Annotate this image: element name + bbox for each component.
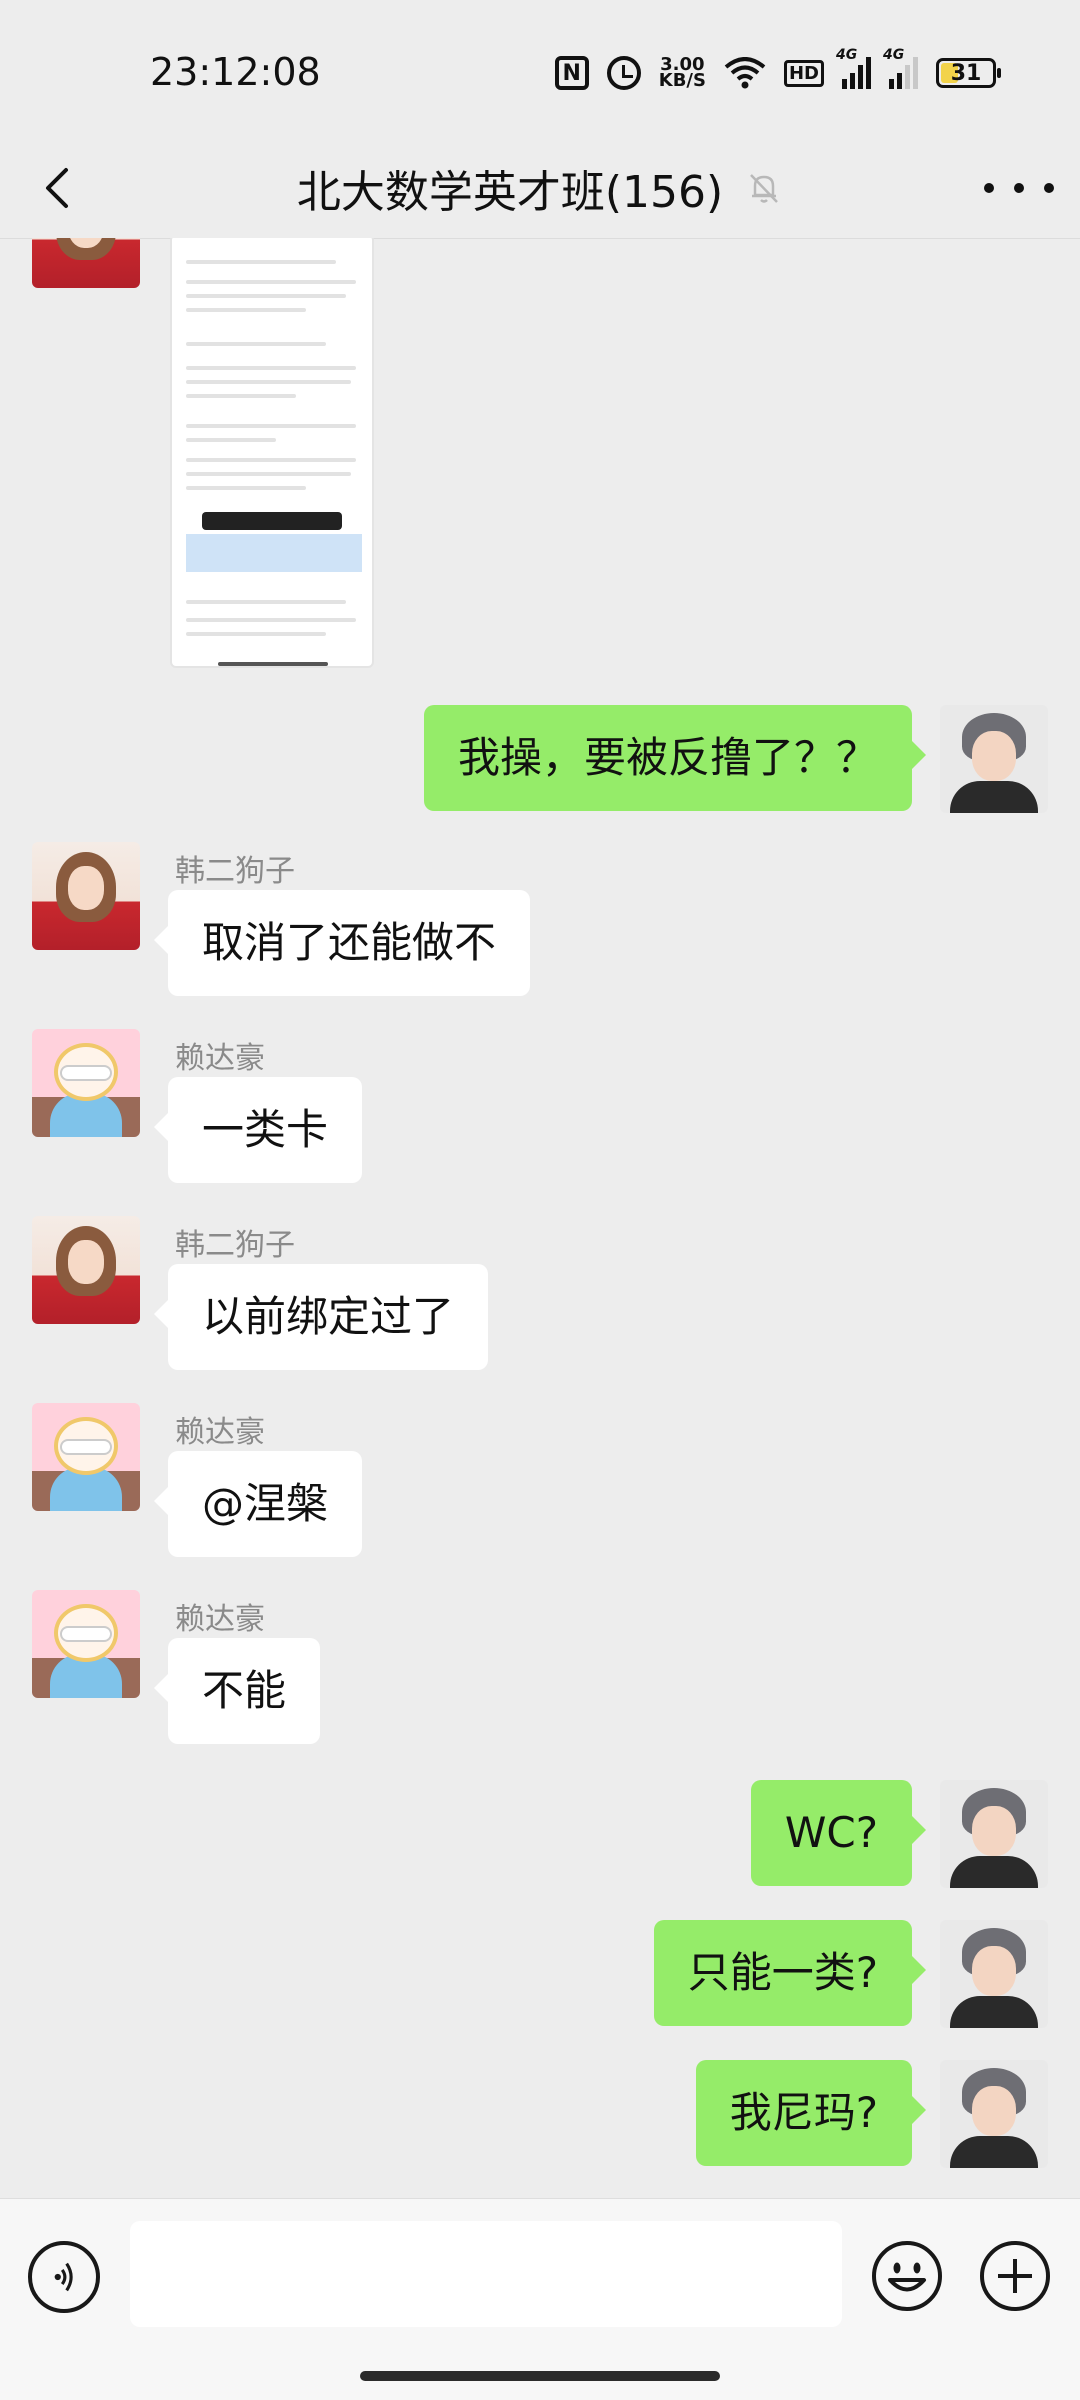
sender-name: 赖达豪	[175, 1602, 265, 1637]
incoming-message-bubble[interactable]: 不能	[153, 1638, 321, 1744]
signal-label-1: 4G	[836, 47, 858, 63]
sender-name: 韩二狗子	[175, 1228, 295, 1263]
avatar[interactable]	[32, 1403, 140, 1511]
mute-bell-icon	[750, 174, 779, 203]
outgoing-message-bubble[interactable]: 只能一类?	[653, 1920, 927, 2026]
chat-title: 北大数学英才班(156)	[296, 167, 724, 218]
avatar[interactable]	[940, 2060, 1048, 2168]
image-message[interactable]	[170, 238, 374, 668]
nfc-icon: N	[554, 56, 589, 90]
avatar[interactable]	[32, 1029, 140, 1137]
incoming-message-bubble[interactable]: @涅槃	[153, 1451, 363, 1557]
wifi-icon	[724, 57, 766, 89]
avatar[interactable]	[940, 1920, 1048, 2028]
avatar[interactable]	[32, 1590, 140, 1698]
battery-icon: 31	[936, 58, 1001, 88]
battery-level: 31	[950, 60, 982, 86]
message-list: 我操，要被反撸了？？ 韩二狗子 取消了还能做不 赖达豪 一类卡 韩二狗子 以前绑…	[0, 238, 1080, 2198]
outgoing-message-bubble[interactable]: 我操，要被反撸了？？	[423, 705, 927, 811]
input-bar	[0, 2198, 1080, 2400]
sender-name: 赖达豪	[175, 1041, 265, 1076]
status-bar: 23:12:08 N 3.00 KB/S HD 4G 4G 31	[0, 0, 1080, 138]
sender-name: 赖达豪	[175, 1415, 265, 1450]
status-time: 23:12:08	[150, 50, 321, 94]
signal-icon-2: 4G	[883, 47, 918, 89]
net-speed-unit: KB/S	[658, 70, 706, 91]
chat-title-wrap: 北大数学英才班(156)	[0, 138, 1080, 238]
avatar[interactable]	[32, 1216, 140, 1324]
plus-icon[interactable]	[978, 2239, 1052, 2313]
home-indicator[interactable]	[360, 2371, 720, 2381]
avatar[interactable]	[940, 705, 1048, 813]
avatar[interactable]	[32, 238, 140, 288]
outgoing-message-bubble[interactable]: WC?	[750, 1780, 927, 1886]
more-icon[interactable]	[984, 160, 1054, 216]
incoming-message-bubble[interactable]: 以前绑定过了	[153, 1264, 489, 1370]
message-input[interactable]	[130, 2221, 842, 2327]
voice-icon[interactable]	[28, 2241, 100, 2313]
chat-header: 北大数学英才班(156)	[0, 138, 1080, 239]
avatar[interactable]	[32, 842, 140, 950]
outgoing-message-bubble[interactable]: 我尼玛?	[695, 2060, 927, 2166]
signal-label-2: 4G	[883, 47, 905, 63]
avatar[interactable]	[940, 1780, 1048, 1888]
sender-name: 韩二狗子	[175, 854, 295, 889]
incoming-message-bubble[interactable]: 取消了还能做不	[153, 890, 531, 996]
chat-screen: 23:12:08 N 3.00 KB/S HD 4G 4G 31 北大数学英才班…	[0, 0, 1080, 2400]
signal-icon-1: 4G	[836, 47, 871, 89]
hd-voice-icon: HD	[783, 59, 824, 87]
status-icons: N 3.00 KB/S HD 4G 4G 31	[554, 47, 1001, 98]
emoji-icon[interactable]	[870, 2239, 944, 2313]
net-speed: 3.00 KB/S	[658, 56, 706, 91]
incoming-message-bubble[interactable]: 一类卡	[153, 1077, 363, 1183]
alarm-icon	[606, 56, 641, 90]
